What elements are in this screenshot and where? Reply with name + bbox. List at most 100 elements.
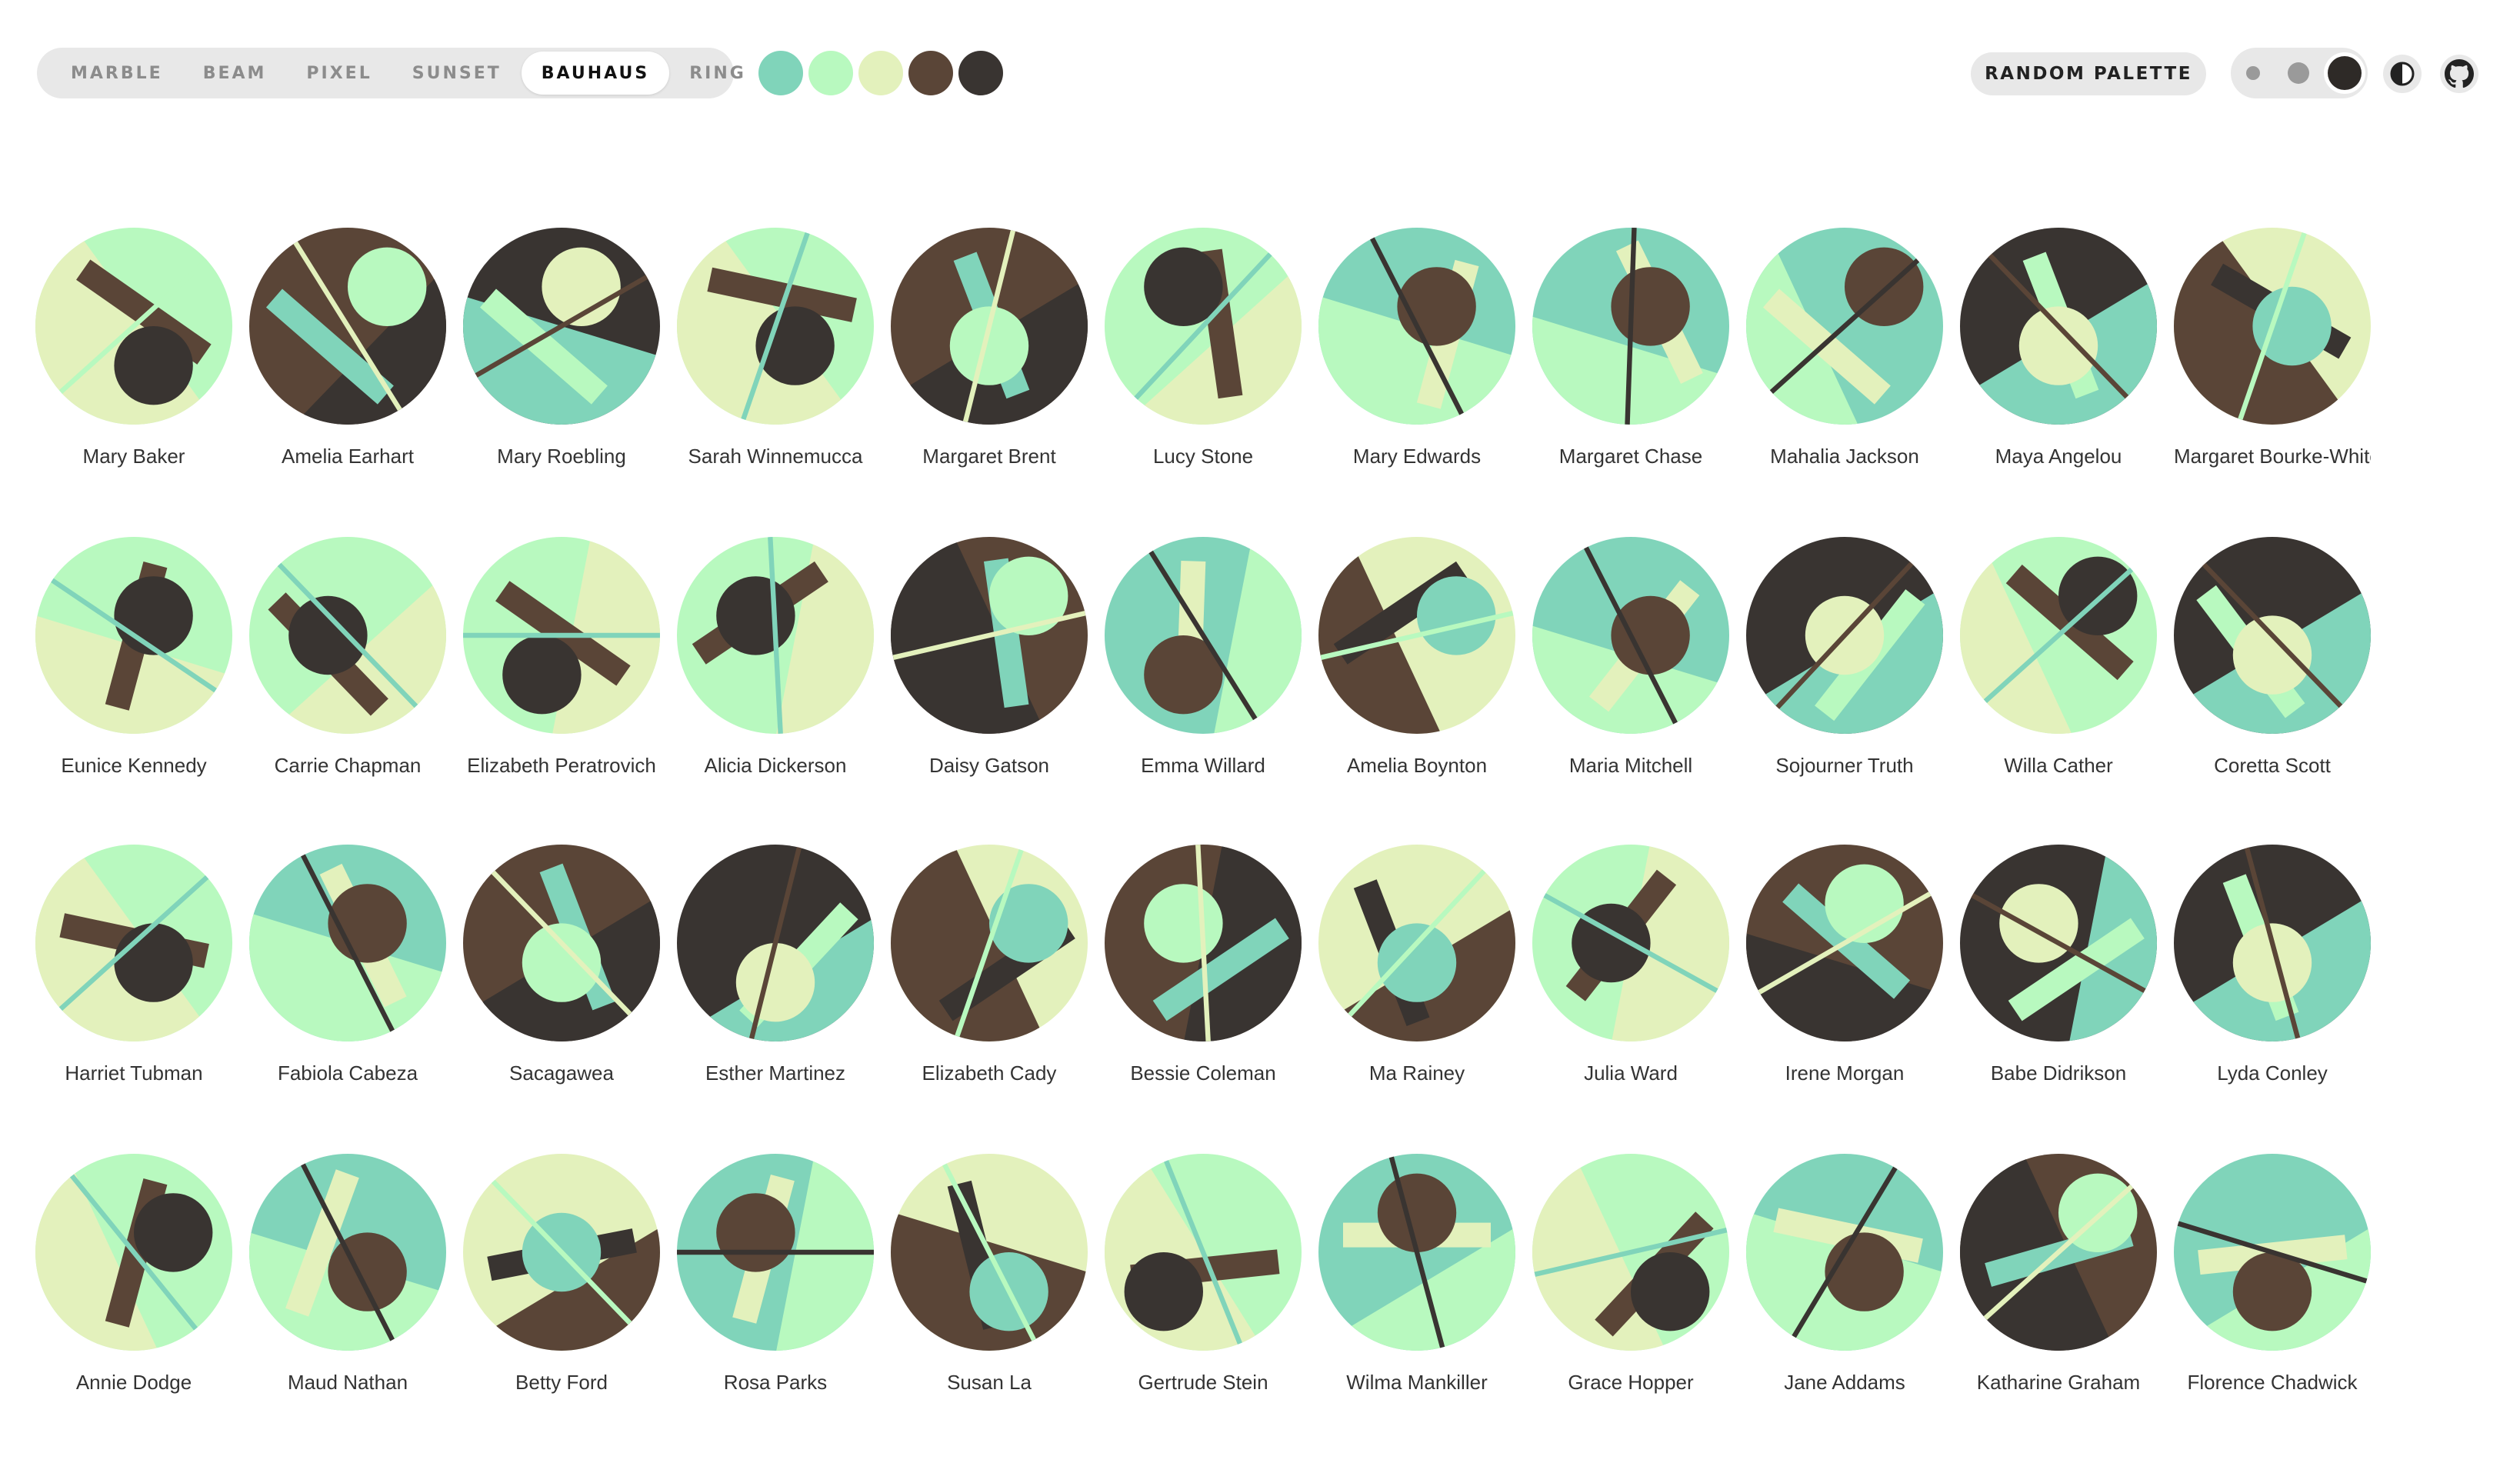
avatar-card[interactable]: Lyda Conley [2160,845,2385,1121]
avatar-card[interactable]: Susan La [877,1154,1102,1431]
avatar-card[interactable]: Gertrude Stein [1091,1154,1315,1431]
avatar-name: Daisy Gatson [928,754,1050,777]
avatar-name: Margaret Bourke-White [2174,445,2371,468]
avatar [35,845,232,1041]
avatar [1960,1154,2157,1351]
avatar [1746,537,1943,734]
avatar [2174,1154,2371,1351]
avatar [2174,537,2371,734]
avatar-card[interactable]: Amelia Earhart [235,228,460,505]
avatar [677,845,874,1041]
avatar-name: Alicia Dickerson [704,754,847,777]
avatar-name: Katharine Graham [1976,1371,2141,1394]
avatar-name: Mary Baker [82,445,185,468]
avatar-card[interactable]: Annie Dodge [22,1154,246,1431]
avatar-card[interactable]: Grace Hopper [1518,1154,1743,1431]
avatar [1318,537,1515,734]
avatar [1105,228,1302,425]
avatar [1532,845,1729,1041]
avatar-card[interactable]: Mary Baker [22,228,246,505]
avatar-card[interactable]: Katharine Graham [1946,1154,2171,1431]
avatar-card[interactable]: Elizabeth Cady [877,845,1102,1121]
avatar [677,1154,874,1351]
avatar-card[interactable]: Wilma Mankiller [1305,1154,1529,1431]
avatar-card[interactable]: Eunice Kennedy [22,537,246,814]
avatar-name: Annie Dodge [75,1371,192,1394]
avatar-card[interactable]: Sojourner Truth [1732,537,1957,814]
avatar-card[interactable]: Ma Rainey [1305,845,1529,1121]
avatar-card[interactable]: Maya Angelou [1946,228,2171,505]
avatar-card[interactable]: Margaret Brent [877,228,1102,505]
avatar-name: Amelia Boynton [1346,754,1488,777]
avatar-card[interactable]: Florence Chadwick [2160,1154,2385,1431]
avatar [1532,537,1729,734]
avatar-card[interactable]: Rosa Parks [663,1154,888,1431]
avatar [1532,228,1729,425]
avatar-card[interactable]: Sarah Winnemucca [663,228,888,505]
avatar-card[interactable]: Irene Morgan [1732,845,1957,1121]
avatar-name: Grace Hopper [1568,1371,1694,1394]
avatar-card[interactable]: Mary Edwards [1305,228,1529,505]
avatar [463,845,660,1041]
avatar [35,1154,232,1351]
avatar-card[interactable]: Mahalia Jackson [1732,228,1957,505]
avatar-name: Emma Willard [1141,754,1265,777]
avatar-name: Margaret Chase [1558,445,1703,468]
avatar [1960,845,2157,1041]
avatar-name: Jane Addams [1784,1371,1905,1394]
avatar-name: Esther Martinez [705,1061,846,1085]
avatar-card[interactable]: Elizabeth Peratrovich [449,537,674,814]
avatar [1532,1154,1729,1351]
avatar-card[interactable]: Alicia Dickerson [663,537,888,814]
avatar [677,228,874,425]
avatar-name: Maria Mitchell [1568,754,1693,777]
avatar-card[interactable]: Margaret Chase [1518,228,1743,505]
avatar [249,537,446,734]
avatar-card[interactable]: Margaret Bourke-White [2160,228,2385,505]
avatar-card[interactable]: Amelia Boynton [1305,537,1529,814]
avatar-name: Betty Ford [515,1371,608,1394]
avatar-name: Irene Morgan [1785,1061,1905,1085]
avatar-name: Maud Nathan [287,1371,408,1394]
avatar-name: Sarah Winnemucca [688,445,863,468]
avatar-name: Mary Roebling [497,445,626,468]
avatar-name: Bessie Coleman [1130,1061,1276,1085]
avatar-card[interactable]: Lucy Stone [1091,228,1315,505]
avatar-card[interactable]: Fabiola Cabeza [235,845,460,1121]
avatar-name: Sojourner Truth [1775,754,1914,777]
avatar-name: Ma Rainey [1368,1061,1465,1085]
avatar [249,1154,446,1351]
avatar-name: Amelia Earhart [282,445,414,468]
avatar-card[interactable]: Maria Mitchell [1518,537,1743,814]
avatar-card[interactable]: Coretta Scott [2160,537,2385,814]
avatar-card[interactable]: Maud Nathan [235,1154,460,1431]
avatar-card[interactable]: Mary Roebling [449,228,674,505]
avatar-name: Lucy Stone [1152,445,1254,468]
avatar-card[interactable]: Babe Didrikson [1946,845,2171,1121]
avatar [35,228,232,425]
avatar-name: Lyda Conley [2217,1061,2328,1085]
avatar-card[interactable]: Willa Cather [1946,537,2171,814]
avatar [1105,845,1302,1041]
avatar [463,1154,660,1351]
avatar-name: Elizabeth Cady [922,1061,1057,1085]
avatar-card[interactable]: Sacagawea [449,845,674,1121]
avatar [1746,1154,1943,1351]
avatar [35,537,232,734]
avatar-name: Mary Edwards [1352,445,1482,468]
avatar-name: Mahalia Jackson [1770,445,1919,468]
avatar-card[interactable]: Harriet Tubman [22,845,246,1121]
avatar-card[interactable]: Carrie Chapman [235,537,460,814]
avatar-card[interactable]: Jane Addams [1732,1154,1957,1431]
avatar-name: Rosa Parks [723,1371,828,1394]
avatar-card[interactable]: Daisy Gatson [877,537,1102,814]
avatar-name: Fabiola Cabeza [277,1061,418,1085]
avatar-card[interactable]: Esther Martinez [663,845,888,1121]
avatar [1746,845,1943,1041]
avatar-name: Elizabeth Peratrovich [467,754,656,777]
avatar-card[interactable]: Bessie Coleman [1091,845,1315,1121]
avatar [891,1154,1088,1351]
avatar-card[interactable]: Julia Ward [1518,845,1743,1121]
avatar-card[interactable]: Emma Willard [1091,537,1315,814]
avatar-card[interactable]: Betty Ford [449,1154,674,1431]
